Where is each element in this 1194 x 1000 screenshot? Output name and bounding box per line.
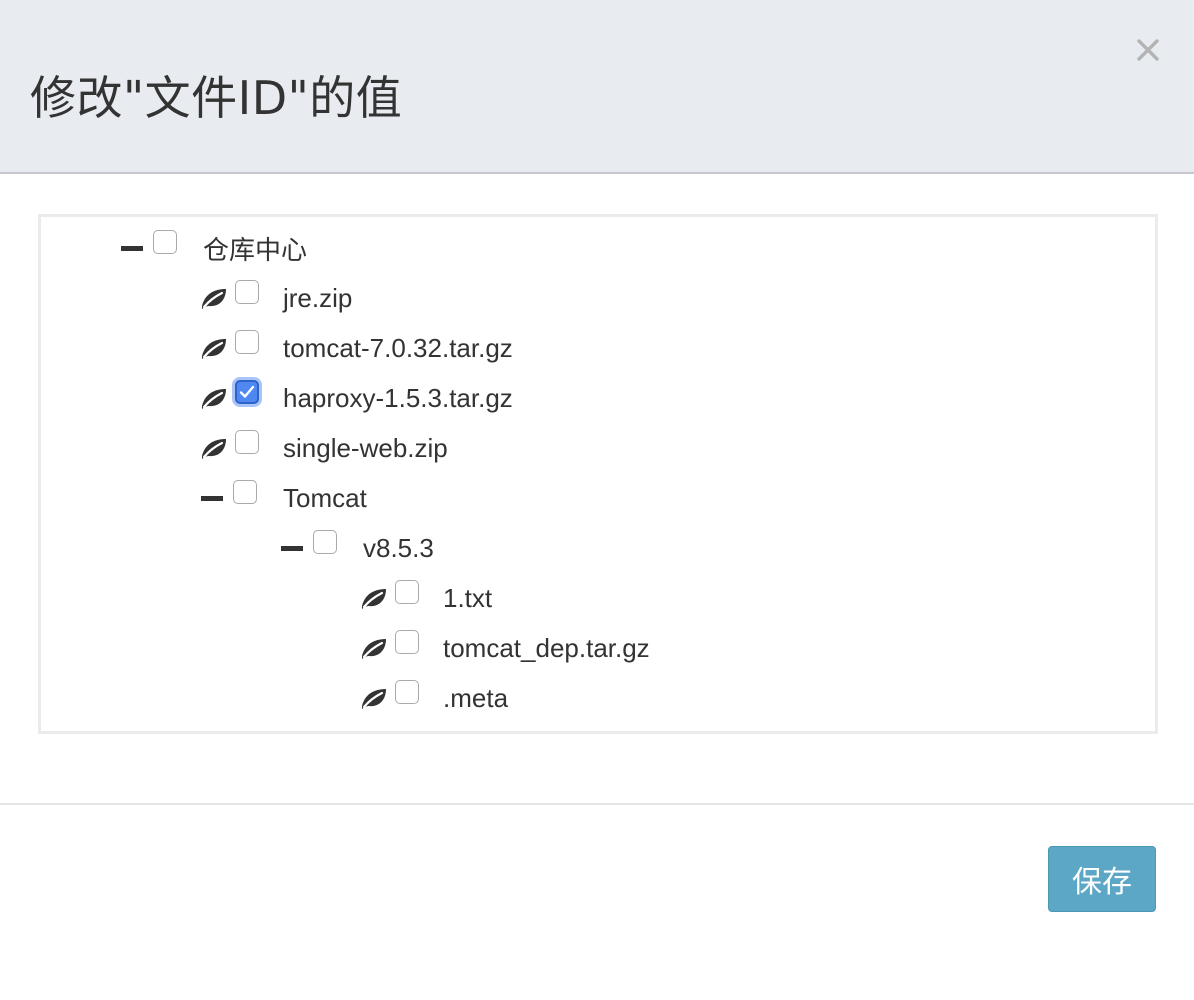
- collapse-icon[interactable]: [197, 483, 227, 513]
- tree-node-folder-tomcat[interactable]: Tomcat: [197, 478, 367, 518]
- tree-checkbox[interactable]: [235, 280, 259, 304]
- modal-dialog: 修改"文件ID"的值 仓库中心 jre.zip tomcat-7.0.32.ta…: [0, 0, 1194, 1000]
- leaf-icon: [359, 683, 389, 713]
- tree-node-file[interactable]: .meta: [359, 678, 508, 718]
- tree-checkbox[interactable]: [235, 430, 259, 454]
- tree-node-clipped[interactable]: [237, 729, 261, 734]
- save-button[interactable]: 保存: [1048, 846, 1156, 912]
- tree-checkbox[interactable]: [313, 530, 337, 554]
- tree-node-label[interactable]: 1.txt: [443, 583, 492, 614]
- tree-node-label[interactable]: 仓库中心: [203, 230, 307, 267]
- leaf-icon: [199, 433, 229, 463]
- leaf-icon: [199, 383, 229, 413]
- tree-node-label[interactable]: v8.5.3: [363, 533, 434, 564]
- tree-checkbox[interactable]: [233, 480, 257, 504]
- tree-node-label[interactable]: haproxy-1.5.3.tar.gz: [283, 383, 513, 414]
- leaf-icon: [199, 283, 229, 313]
- collapse-icon[interactable]: [277, 533, 307, 563]
- tree-node-label[interactable]: tomcat_dep.tar.gz: [443, 633, 650, 664]
- leaf-icon: [359, 633, 389, 663]
- tree-checkbox[interactable]: [237, 731, 261, 734]
- tree-checkbox[interactable]: [395, 630, 419, 654]
- leaf-icon: [199, 333, 229, 363]
- tree-checkbox[interactable]: [153, 230, 177, 254]
- close-icon: [1137, 39, 1159, 61]
- tree-node-folder-version[interactable]: v8.5.3: [277, 528, 434, 568]
- check-icon: [239, 385, 255, 398]
- tree-node-file[interactable]: tomcat_dep.tar.gz: [359, 628, 650, 668]
- collapse-icon[interactable]: [117, 233, 147, 263]
- tree-node-label[interactable]: single-web.zip: [283, 433, 448, 464]
- modal-header: 修改"文件ID"的值: [0, 0, 1194, 174]
- close-button[interactable]: [1128, 30, 1168, 70]
- tree-node-root[interactable]: 仓库中心: [117, 228, 307, 268]
- tree-node-file[interactable]: single-web.zip: [199, 428, 448, 468]
- leaf-icon: [359, 583, 389, 613]
- tree-checkbox[interactable]: [395, 580, 419, 604]
- tree-checkbox[interactable]: [235, 330, 259, 354]
- tree-node-file[interactable]: tomcat-7.0.32.tar.gz: [199, 328, 513, 368]
- tree-node-label[interactable]: .meta: [443, 683, 508, 714]
- tree-node-label[interactable]: tomcat-7.0.32.tar.gz: [283, 333, 513, 364]
- tree-node-file[interactable]: haproxy-1.5.3.tar.gz: [199, 378, 513, 418]
- tree-checkbox-checked[interactable]: [235, 380, 259, 404]
- tree-node-file[interactable]: 1.txt: [359, 578, 492, 618]
- file-tree[interactable]: 仓库中心 jre.zip tomcat-7.0.32.tar.gz haprox…: [38, 214, 1158, 734]
- tree-checkbox[interactable]: [395, 680, 419, 704]
- modal-title: 修改"文件ID"的值: [30, 71, 403, 125]
- tree-node-label[interactable]: Tomcat: [283, 483, 367, 514]
- tree-node-label[interactable]: jre.zip: [283, 283, 352, 314]
- tree-node-file[interactable]: jre.zip: [199, 278, 352, 318]
- footer-divider: [0, 803, 1194, 805]
